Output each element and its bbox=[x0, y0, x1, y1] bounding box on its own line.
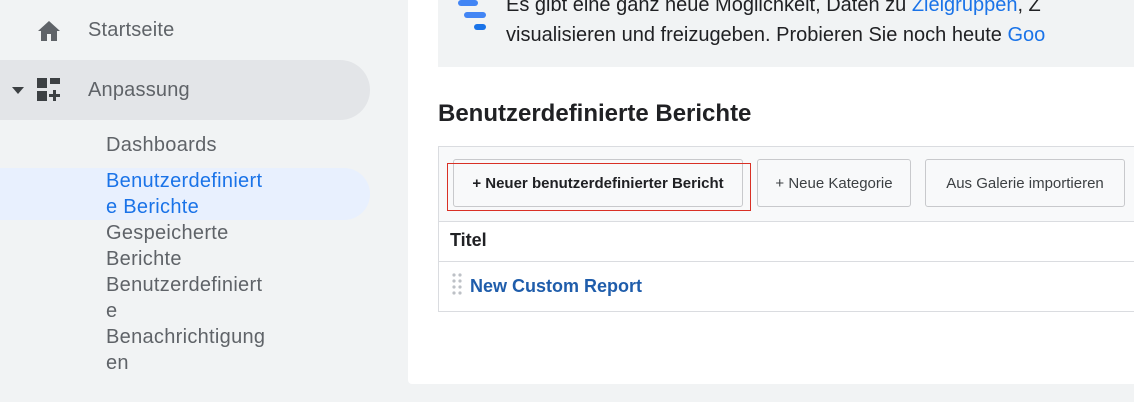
google-link[interactable]: Goo bbox=[1007, 24, 1045, 46]
home-icon bbox=[36, 18, 62, 44]
column-title-header: Titel bbox=[450, 230, 487, 250]
audiences-link[interactable]: Zielgruppen bbox=[912, 0, 1018, 16]
new-custom-report-button[interactable]: + Neuer benutzerdefinierter Bericht bbox=[453, 159, 743, 207]
sidebar-subitem-dashboards[interactable]: Dashboards bbox=[106, 132, 296, 158]
table-header: Titel bbox=[439, 221, 1134, 262]
table-row[interactable]: New Custom Report bbox=[439, 262, 1134, 310]
sidebar-item-home[interactable]: Startseite bbox=[0, 8, 370, 54]
import-from-gallery-button[interactable]: Aus Galerie importieren bbox=[925, 159, 1125, 207]
main-panel: Es gibt eine ganz neue Möglichkeit, Date… bbox=[408, 0, 1134, 384]
sidebar-subitem-saved-reports[interactable]: Gespeicherte Berichte bbox=[106, 220, 296, 272]
dashboard-add-icon bbox=[36, 77, 62, 103]
sidebar: Startseite Anpassung Dashboards Benutzer… bbox=[0, 0, 408, 402]
sidebar-subitem-custom-reports[interactable]: Benutzerdefiniert e Berichte bbox=[106, 168, 296, 220]
report-title-link[interactable]: New Custom Report bbox=[470, 276, 642, 297]
custom-reports-panel: + Neuer benutzerdefinierter Bericht + Ne… bbox=[438, 146, 1134, 312]
sidebar-subitem-custom-alerts[interactable]: Benutzerdefiniert e Benachrichtigung en bbox=[106, 272, 296, 376]
page-title: Benutzerdefinierte Berichte bbox=[438, 100, 752, 127]
sidebar-item-customization[interactable]: Anpassung bbox=[0, 60, 370, 120]
drag-handle-icon[interactable] bbox=[451, 272, 463, 296]
sidebar-item-label: Startseite bbox=[88, 19, 175, 41]
banner-text: Es gibt eine ganz neue Möglichkeit, Date… bbox=[506, 0, 1045, 50]
explore-icon bbox=[452, 0, 492, 34]
toolbar: + Neuer benutzerdefinierter Bericht + Ne… bbox=[439, 147, 1134, 222]
sidebar-item-label: Anpassung bbox=[88, 79, 190, 101]
info-banner: Es gibt eine ganz neue Möglichkeit, Date… bbox=[438, 0, 1134, 67]
chevron-down-icon[interactable] bbox=[12, 87, 24, 94]
new-category-button[interactable]: + Neue Kategorie bbox=[757, 159, 911, 207]
